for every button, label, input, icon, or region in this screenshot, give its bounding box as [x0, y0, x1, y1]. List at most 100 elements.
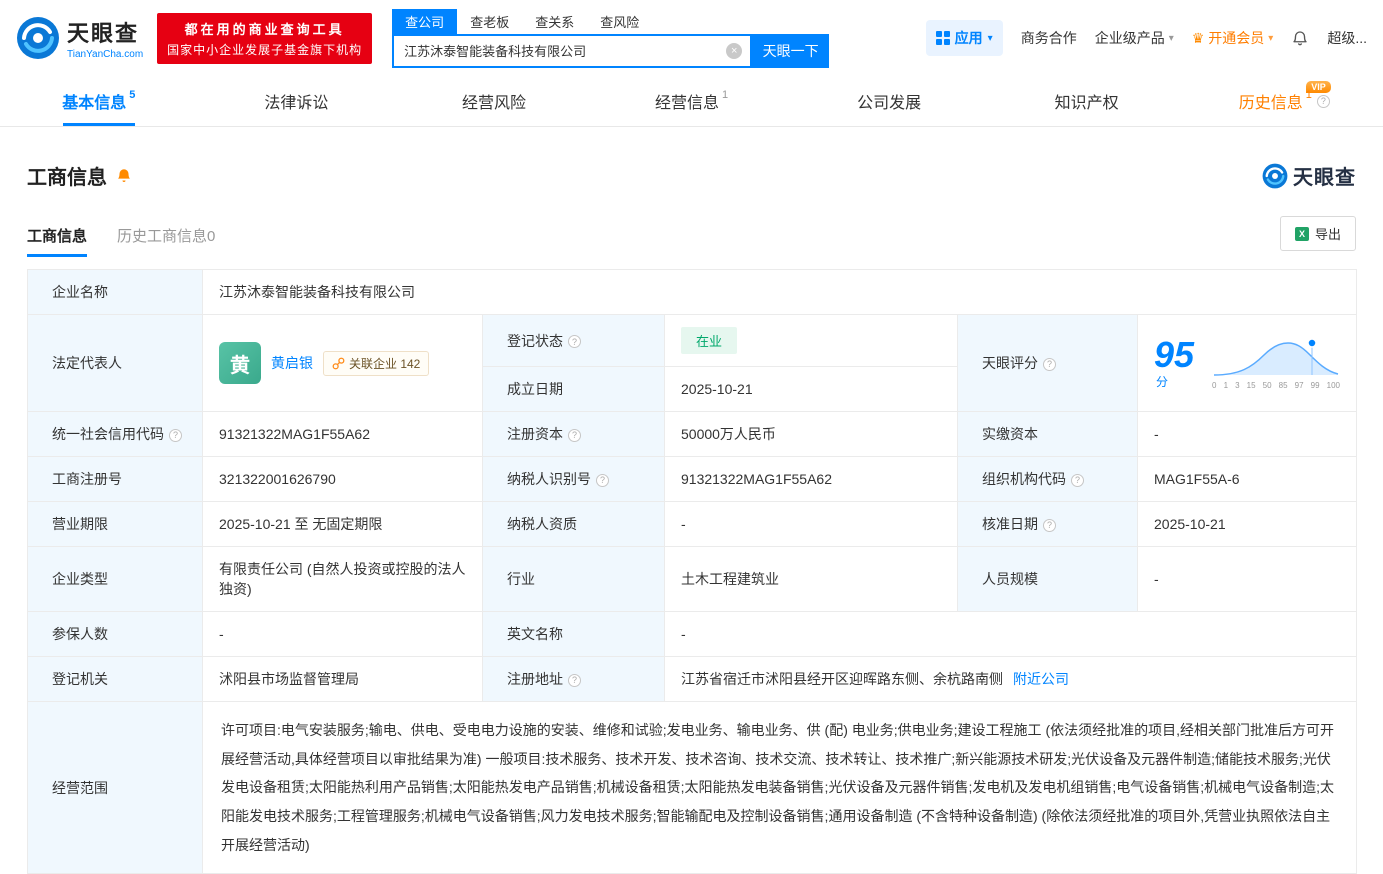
export-label: 导出 [1314, 227, 1341, 242]
link-business-cooperation[interactable]: 商务合作 [1021, 28, 1077, 48]
tab-business-risk[interactable]: 经营风险 [395, 76, 593, 126]
approved-date-value: 2025-10-21 [1136, 501, 1358, 547]
score-label: 天眼评分? [957, 314, 1138, 412]
tianyancha-logo[interactable]: 天眼查 TianYanCha.com [16, 16, 143, 60]
related-companies-icon [332, 357, 345, 369]
legal-rep-avatar[interactable]: 黄 [219, 342, 261, 384]
search-tab-relation[interactable]: 查关系 [522, 9, 587, 34]
table-row: 登记机关 沭阳县市场监督管理局 注册地址? 江苏省宿迁市沭阳县经开区迎晖路东侧、… [27, 656, 1358, 702]
legal-rep-value: 黄 黄启银 关联企业 142 [202, 314, 483, 412]
search-tabs: 查公司 查老板 查关系 查风险 [392, 8, 829, 34]
address-label: 注册地址? [482, 656, 665, 702]
tab-basic-info[interactable]: 基本信息 5 [0, 76, 198, 126]
english-name-value: - [663, 611, 1358, 657]
tab-business-risk-label: 经营风险 [461, 95, 526, 112]
caret-down-icon: ▾ [987, 32, 993, 44]
tab-business-info[interactable]: 经营信息 1 [593, 76, 791, 126]
table-row: 营业期限 2025-10-21 至 无固定期限 纳税人资质 - 核准日期? 20… [27, 501, 1358, 547]
info-icon[interactable]: ? [568, 335, 581, 348]
search-input[interactable] [394, 35, 751, 66]
info-icon[interactable]: ? [1043, 518, 1056, 532]
reg-number-label: 工商注册号 [27, 456, 203, 502]
taxpayer-quality-value: - [664, 501, 958, 547]
search-row: × 天眼一下 [392, 33, 830, 68]
info-icon[interactable]: ? [596, 473, 609, 487]
staff-size-value: - [1136, 546, 1358, 612]
tick: 99 [1310, 380, 1320, 390]
link-enterprise-products[interactable]: 企业级产品 ▾ [1095, 28, 1174, 48]
reg-status-value: 在业 [664, 314, 958, 367]
link-open-membership[interactable]: ♛ 开通会员 ▾ [1192, 28, 1274, 48]
export-button[interactable]: X 导出 [1279, 216, 1356, 251]
apps-grid-icon [935, 31, 950, 45]
caret-down-icon: ▾ [1268, 32, 1274, 44]
tianyancha-logo-icon [1262, 163, 1288, 188]
status-badge: 在业 [681, 327, 738, 354]
credit-code-value: 91321322MAG1F55A62 [202, 411, 483, 457]
subtab-history-business-info[interactable]: 历史工商信息0 [117, 225, 215, 257]
related-companies-label: 关联企业 142 [349, 356, 421, 371]
tab-legal-litigation[interactable]: 法律诉讼 [198, 76, 396, 126]
credit-code-label: 统一社会信用代码? [27, 411, 203, 457]
tick: 50 [1262, 380, 1272, 390]
nearby-companies-link[interactable]: 附近公司 [1013, 671, 1069, 687]
table-row: 工商注册号 321322001626790 纳税人识别号? 91321322MA… [27, 456, 1358, 502]
info-icon[interactable]: ? [1316, 94, 1330, 108]
tianyan-score[interactable]: 95分 0 1 3 15 50 85 97 99 100 [1154, 336, 1340, 390]
reg-capital-label-text: 注册资本 [507, 426, 563, 442]
table-row: 企业名称 江苏沐泰智能装备科技有限公司 [27, 269, 1358, 315]
tab-intellectual-property[interactable]: 知识产权 [988, 76, 1186, 126]
info-icon[interactable]: ? [169, 428, 182, 442]
english-name-label: 英文名称 [482, 611, 665, 657]
clear-icon[interactable]: × [726, 42, 743, 59]
score-curve-icon [1214, 337, 1339, 376]
tick: 85 [1278, 380, 1288, 390]
notification-bell-icon[interactable] [1291, 29, 1309, 47]
info-icon[interactable]: ? [568, 428, 581, 442]
tick: 15 [1246, 380, 1256, 390]
subtabs: 工商信息 历史工商信息0 X 导出 [27, 216, 1356, 257]
tick: 100 [1326, 380, 1341, 390]
business-term-value: 2025-10-21 至 无固定期限 [202, 501, 483, 547]
address-value: 江苏省宿迁市沭阳县经开区迎晖路东侧、余杭路南侧 附近公司 [663, 656, 1358, 702]
table-row: 企业类型 有限责任公司 (自然人投资或控股的法人独资) 行业 土木工程建筑业 人… [27, 546, 1358, 612]
search-tab-company[interactable]: 查公司 [392, 8, 458, 34]
subtab-business-info[interactable]: 工商信息 [27, 225, 88, 257]
subscribe-bell-button[interactable] [115, 167, 133, 185]
search-input-wrap: × [392, 33, 753, 68]
related-companies-badge[interactable]: 关联企业 142 [323, 350, 430, 376]
reg-capital-label: 注册资本? [482, 411, 665, 457]
insured-value: - [202, 611, 483, 657]
insured-label: 参保人数 [27, 611, 203, 657]
tab-history-info[interactable]: VIP 历史信息 1 ? [1185, 76, 1383, 126]
link-super[interactable]: 超级... [1327, 28, 1367, 48]
top-header: 天眼查 TianYanCha.com 都在用的商业查询工具 国家中小企业发展子基… [0, 0, 1383, 76]
legal-rep-name-link[interactable]: 黄启银 [271, 353, 313, 373]
info-icon[interactable]: ? [1043, 357, 1056, 371]
search-tab-boss[interactable]: 查老板 [457, 9, 522, 34]
table-row: 经营范围 许可项目:电气安装服务;输电、供电、受电电力设施的安装、维修和试验;发… [27, 700, 1358, 874]
tab-history-info-count: 1 [1305, 89, 1312, 101]
tab-basic-info-label: 基本信息 [62, 95, 127, 112]
org-code-value: MAG1F55A-6 [1136, 456, 1358, 502]
legal-rep-label: 法定代表人 [27, 314, 203, 412]
logo-text: 天眼查 TianYanCha.com [67, 16, 143, 60]
table-row: 参保人数 - 英文名称 - [27, 611, 1358, 657]
link-enterprise-products-label: 企业级产品 [1094, 30, 1165, 46]
info-icon[interactable]: ? [1071, 473, 1084, 487]
search-tab-risk[interactable]: 查风险 [587, 9, 652, 34]
search-button[interactable]: 天眼一下 [752, 33, 830, 68]
approved-date-label-text: 核准日期 [982, 516, 1038, 532]
tab-company-development[interactable]: 公司发展 [790, 76, 988, 126]
logo-text-cn: 天眼查 [67, 21, 140, 46]
reg-number-value: 321322001626790 [202, 456, 483, 502]
taxpayer-id-value: 91321322MAG1F55A62 [664, 456, 958, 502]
registry-label: 登记机关 [27, 656, 203, 702]
apps-button[interactable]: 应用 ▾ [925, 20, 1003, 56]
link-open-membership-label: 开通会员 [1208, 30, 1265, 46]
crown-icon: ♛ [1191, 29, 1205, 46]
info-icon[interactable]: ? [568, 673, 581, 687]
tab-company-development-label: 公司发展 [857, 95, 922, 112]
taxpayer-id-label-text: 纳税人识别号 [507, 471, 591, 487]
score-axis-ticks: 0 1 3 15 50 85 97 99 100 [1212, 381, 1340, 390]
